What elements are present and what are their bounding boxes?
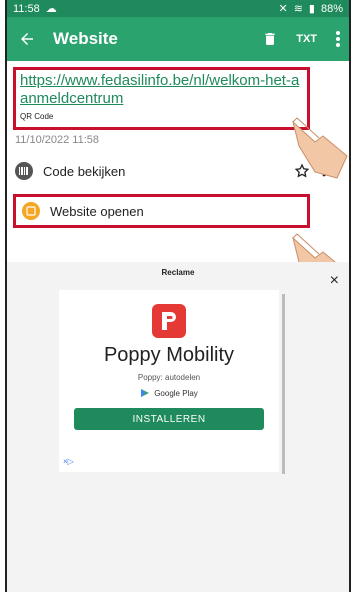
appbar-actions: TXT	[262, 30, 341, 48]
ad-card[interactable]: Poppy Mobility Poppy: autodelen Google P…	[59, 290, 285, 474]
status-time: 11:58	[13, 2, 40, 15]
back-button[interactable]	[15, 27, 39, 51]
more-options-button[interactable]	[335, 30, 341, 48]
export-txt-button[interactable]: TXT	[296, 33, 317, 45]
url-highlight-box: https://www.fedasilinfo.be/nl/welkom-het…	[13, 67, 310, 130]
poppy-logo-icon	[152, 304, 186, 338]
open-website-label: Website openen	[50, 203, 144, 219]
ad-area: Reclame Poppy Mobility Poppy: autodelen …	[7, 262, 349, 592]
install-button[interactable]: INSTALLEREN	[74, 408, 264, 430]
wifi-icon: ≋	[293, 3, 303, 15]
url-link[interactable]: https://www.fedasilinfo.be/nl/welkom-het…	[20, 72, 303, 108]
status-right: ✕ ≋ ▮ 88%	[278, 2, 343, 16]
txt-icon: TXT	[296, 33, 317, 45]
status-left: 11:58 ☁	[13, 2, 57, 16]
status-battery: 88%	[320, 2, 343, 15]
ad-subtitle: Poppy: autodelen	[137, 373, 201, 382]
cloud-icon: ☁	[45, 3, 57, 15]
back-arrow-icon	[21, 33, 33, 45]
delete-button[interactable]	[262, 30, 278, 48]
trash-icon	[265, 33, 275, 45]
barcode-glyph	[19, 167, 28, 175]
status-bar: 11:58 ☁ ✕ ≋ ▮ 88%	[7, 0, 349, 17]
open-website-button[interactable]: Website openen	[13, 194, 310, 228]
app-bar: Website TXT	[7, 17, 349, 61]
row-view-code-label: Code bekijken	[43, 163, 126, 179]
google-play-icon	[141, 389, 150, 397]
browser-glyph	[26, 206, 36, 216]
ad-close-button[interactable]: ×	[330, 272, 339, 290]
ad-store: Google Play	[59, 388, 279, 398]
open-website-icon	[22, 202, 40, 220]
ad-choices-icon[interactable]: ×▷	[63, 457, 74, 466]
mute-icon: ✕	[278, 3, 288, 15]
more-vert-icon	[336, 31, 340, 47]
ad-store-label: Google Play	[154, 388, 198, 398]
ad-scrollbar[interactable]	[282, 294, 285, 474]
battery-icon: ▮	[308, 3, 315, 15]
barcode-icon	[15, 162, 33, 180]
pointing-hand-icon	[292, 117, 348, 179]
ad-spacer	[59, 290, 279, 304]
page-title: Website	[53, 29, 118, 48]
ad-label: Reclame	[161, 268, 195, 277]
code-type-label: QR Code	[20, 112, 54, 121]
poppy-p-glyph	[162, 312, 176, 330]
phone-frame: 11:58 ☁ ✕ ≋ ▮ 88% Website TXT https://ww…	[5, 0, 351, 592]
ad-title: Poppy Mobility	[103, 344, 235, 366]
